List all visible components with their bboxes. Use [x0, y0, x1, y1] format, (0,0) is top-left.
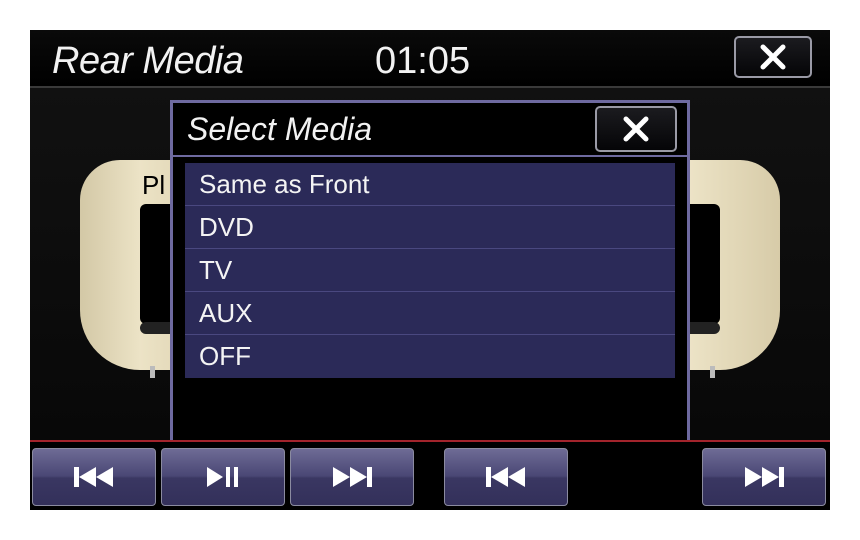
next-track-button[interactable] [290, 448, 414, 506]
skip-forward-icon [745, 467, 784, 487]
media-option-tv[interactable]: TV [185, 249, 675, 292]
close-icon [623, 116, 649, 142]
media-option-aux[interactable]: AUX [185, 292, 675, 335]
obscured-label: Pl [142, 170, 166, 200]
media-option-off[interactable]: OFF [185, 335, 675, 378]
close-button[interactable] [734, 36, 812, 78]
skip-back-icon [486, 467, 525, 487]
dialog-close-button[interactable] [595, 106, 677, 152]
previous-track-button[interactable] [32, 448, 156, 506]
dialog-header: Select Media [173, 103, 687, 157]
top-bar: Rear Media 01:05 [30, 30, 830, 88]
rear-next-button[interactable] [702, 448, 826, 506]
rear-media-screen: Rear Media 01:05 Pl Select Media Same as [30, 30, 830, 510]
media-source-list: Same as Front DVD TV AUX OFF [185, 163, 675, 378]
play-pause-icon [207, 467, 238, 487]
skip-back-icon [74, 467, 113, 487]
close-icon [760, 44, 786, 70]
media-option-same-as-front[interactable]: Same as Front [185, 163, 675, 206]
clock: 01:05 [375, 40, 471, 82]
rear-previous-button[interactable] [444, 448, 568, 506]
play-pause-button[interactable] [161, 448, 285, 506]
skip-forward-icon [333, 467, 372, 487]
media-option-dvd[interactable]: DVD [185, 206, 675, 249]
page-title: Rear Media [52, 40, 244, 82]
dialog-title: Select Media [187, 111, 372, 147]
transport-controls [30, 440, 830, 510]
select-media-dialog: Select Media Same as Front DVD TV AUX OF… [170, 100, 690, 440]
